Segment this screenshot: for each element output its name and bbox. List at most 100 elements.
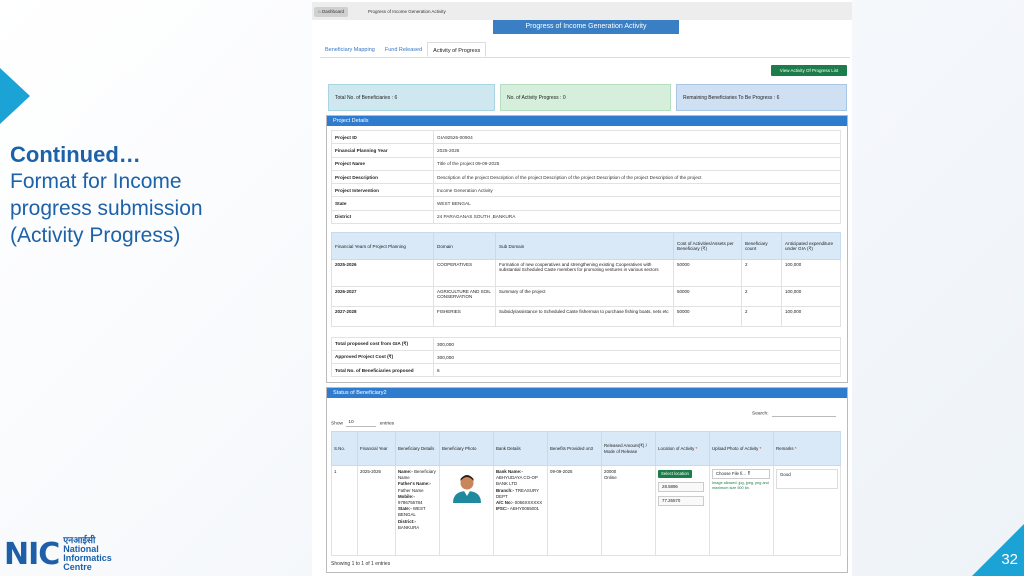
table-row: State WEST BENGAL xyxy=(331,196,841,211)
caption-heading: Continued… xyxy=(10,142,141,167)
stat-remaining: Remaining Beneficiaries To Be Progress :… xyxy=(676,84,847,111)
table-row: Project Intervention Income Generation Ac… xyxy=(331,183,841,198)
cell-expenditure: 100,000 xyxy=(781,306,841,327)
longitude-field[interactable]: 77.26570 xyxy=(658,496,704,507)
breadcrumb-current: Progress of Income Generation Activity xyxy=(368,9,446,14)
col-header[interactable]: S.No. xyxy=(331,431,358,466)
cell-year: 2025-2026 xyxy=(331,259,434,287)
search-label: Search: xyxy=(752,411,769,417)
row-label: Project Name xyxy=(331,156,434,171)
table-header-row: Financial Years of Project Planning Doma… xyxy=(331,232,841,260)
cell-bank-details: Bank Name:- ABHYUDAYA CO-OP BANK LTD Bra… xyxy=(493,465,548,556)
cell-domain: COOPERATIVES xyxy=(433,259,496,287)
tab-fund-released[interactable]: Fund Released xyxy=(380,42,427,57)
col-header: Anticipated expenditure under GIA (₹) xyxy=(781,232,841,260)
cell-cost: 50000 xyxy=(673,259,742,287)
cell-count: 2 xyxy=(741,259,782,287)
remarks-textarea[interactable]: Good xyxy=(776,469,838,489)
table-row: District 24 PARAGANAS SOUTH ,BANKURA xyxy=(331,209,841,225)
upload-icon[interactable]: ⭱ xyxy=(748,471,750,477)
nic-mark: NIC xyxy=(4,536,60,572)
row-value: WEST BENGAL xyxy=(433,196,841,211)
latitude-field[interactable]: 28.5896 xyxy=(658,482,704,493)
col-header: Domain xyxy=(433,232,496,260)
breadcrumb-home[interactable]: ⌂ Dashboard xyxy=(314,7,348,17)
cell-upload: Choose File fi... ⭱ Image allowed: jpg, … xyxy=(709,465,774,556)
page-title: Progress of Income Generation Activity xyxy=(493,20,679,34)
project-totals-table: Total proposed cost from GIA (₹) 300,000 … xyxy=(331,337,841,377)
table-row: 1 2025-2026 Name:- Beneficiary Name Fath… xyxy=(331,465,841,556)
table-header-row: S.No. Financial Year Beneficiary Details… xyxy=(331,431,841,466)
table-row: Total proposed cost from GIA (₹) 300,000 xyxy=(331,337,841,351)
cell-year: 2025-2026 xyxy=(357,465,396,556)
table-search: Search: xyxy=(752,409,836,417)
col-header[interactable]: Bank Details xyxy=(493,431,548,466)
row-value: Title of the project 09-09-2025 xyxy=(433,156,841,171)
row-label: Approved Project Cost (₹) xyxy=(331,350,434,364)
entries-label: entries xyxy=(379,421,395,427)
slide-caption: Continued… Format for Income progress su… xyxy=(10,142,230,249)
cell-expenditure: 100,000 xyxy=(781,286,841,307)
cell-released-amount: 20000 Online xyxy=(601,465,656,556)
cell-remarks: Good xyxy=(773,465,841,556)
nic-logo: NIC एनआईसी National Informatics Centre xyxy=(4,536,112,572)
financial-years-table: Financial Years of Project Planning Doma… xyxy=(331,232,841,327)
project-details-panel: Project Details Project ID GIA92526-00904… xyxy=(326,115,848,383)
tab-bar: Beneficiary Mapping Fund Released Activi… xyxy=(320,42,850,58)
cell-year: 2027-2028 xyxy=(331,306,434,327)
right-accent-triangle xyxy=(972,524,1024,576)
cell-cost: 50000 xyxy=(673,306,742,327)
tab-activity-of-progress[interactable]: Activity of Progress xyxy=(427,42,487,57)
col-header[interactable]: Financial Year xyxy=(357,431,396,466)
slide-number: 32 xyxy=(1001,551,1018,568)
beneficiary-table: S.No. Financial Year Beneficiary Details… xyxy=(331,431,841,556)
select-location-button[interactable]: Select location xyxy=(658,470,692,479)
view-progress-list-button[interactable]: View Activity Of Progress List xyxy=(771,65,847,76)
col-header: Beneficiary count xyxy=(741,232,782,260)
page-length-control: Show 10 entries xyxy=(331,419,394,427)
cell-photo xyxy=(439,465,494,556)
row-value: 2025-2026 xyxy=(433,143,841,158)
table-row: 2026-2027 AGRICULTURE AND SOIL CONSERVAT… xyxy=(331,286,841,307)
table-row: Project Name Title of the project 09-09-2… xyxy=(331,156,841,171)
col-header[interactable]: Remarks * xyxy=(773,431,841,466)
search-input[interactable] xyxy=(771,409,836,417)
page-length-select[interactable]: 10 xyxy=(346,419,377,427)
stat-activity-progress: No. of Activity Progress : 0 xyxy=(500,84,671,111)
project-info-table: Project ID GIA92526-00904 Financial Plann… xyxy=(331,129,841,225)
cell-location: Select location 28.5896 77.26570 xyxy=(655,465,710,556)
project-details-heading: Project Details xyxy=(327,116,847,126)
row-label: Financial Planning Year xyxy=(331,143,434,158)
cell-subdomain: Formation of new cooperatives and streng… xyxy=(495,259,674,287)
col-header[interactable]: Beneficiary Details xyxy=(395,431,440,466)
file-input[interactable]: Choose File fi... ⭱ xyxy=(712,469,770,479)
col-header[interactable]: Upload Photo of Activity * xyxy=(709,431,774,466)
table-info: Showing 1 to 1 of 1 entries xyxy=(331,561,391,567)
beneficiary-status-heading: Status of Beneficiary2 xyxy=(327,388,847,398)
col-header[interactable]: Released Amount(₹) / Mode of Release xyxy=(601,431,656,466)
row-label: Project Intervention xyxy=(331,183,434,198)
col-header: Cost of Activities/Assets per Beneficiar… xyxy=(673,232,742,260)
breadcrumb: ⌂ Dashboard Progress of Income Generatio… xyxy=(312,2,852,20)
col-header[interactable]: Beneficiary Photo xyxy=(439,431,494,466)
cell-benefit-date: 09-09-2025 xyxy=(547,465,602,556)
nic-wordmark: एनआईसी National Informatics Centre xyxy=(63,536,112,572)
row-label: Total proposed cost from GIA (₹) xyxy=(331,337,434,351)
cell-count: 2 xyxy=(741,306,782,327)
table-row: 2025-2026 COOPERATIVES Formation of new … xyxy=(331,259,841,287)
cell-year: 2026-2027 xyxy=(331,286,434,307)
col-header[interactable]: Benefits Provided on3 xyxy=(547,431,602,466)
col-header[interactable]: Location of Activity * xyxy=(655,431,710,466)
beneficiary-status-panel: Status of Beneficiary2 Show 10 entries S… xyxy=(326,387,848,573)
caption-text: Format for Income progress submission (A… xyxy=(10,170,203,247)
table-row: Project Description Description of the pr… xyxy=(331,169,841,185)
row-value: 24 PARAGANAS SOUTH ,BANKURA xyxy=(433,209,841,225)
cell-domain: AGRICULTURE AND SOIL CONSERVATION xyxy=(433,286,496,307)
row-value: 300,000 xyxy=(433,337,841,351)
table-row: Project ID GIA92526-00904 xyxy=(331,129,841,145)
file-hint: Image allowed: jpg, jpeg, png and maximu… xyxy=(712,481,769,490)
row-label: State xyxy=(331,196,434,211)
tab-beneficiary-mapping[interactable]: Beneficiary Mapping xyxy=(320,42,380,57)
choose-file-label: Choose File xyxy=(716,470,739,476)
row-value: GIA92526-00904 xyxy=(433,129,841,145)
